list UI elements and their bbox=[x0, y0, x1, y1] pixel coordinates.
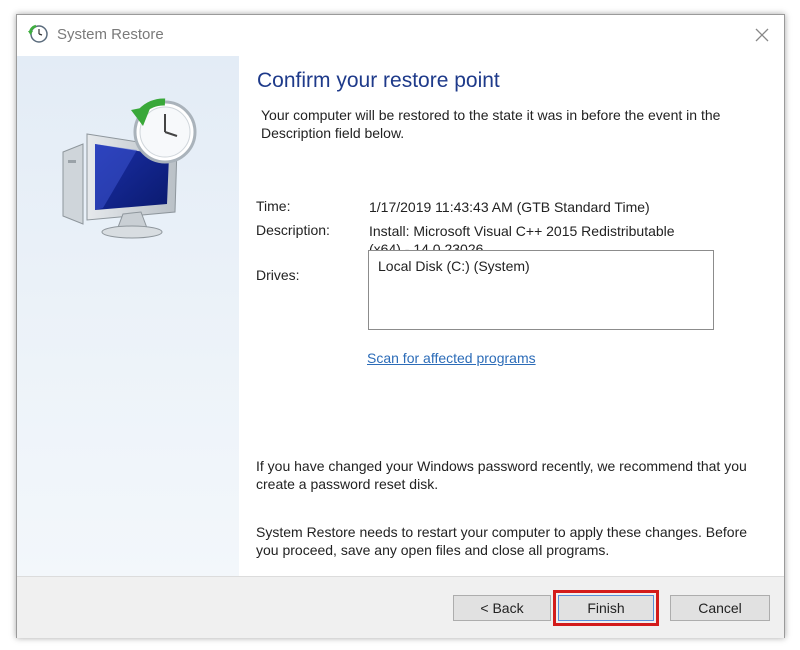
drives-label: Drives: bbox=[256, 267, 300, 283]
scan-affected-programs-link[interactable]: Scan for affected programs bbox=[367, 350, 536, 366]
finish-button[interactable]: Finish bbox=[553, 590, 659, 626]
cancel-button[interactable]: Cancel bbox=[670, 595, 770, 621]
page-title: Confirm your restore point bbox=[257, 69, 500, 92]
description-label: Description: bbox=[256, 222, 330, 238]
window-title: System Restore bbox=[57, 26, 164, 43]
title-bar[interactable]: System Restore bbox=[17, 15, 784, 56]
restart-note: System Restore needs to restart your com… bbox=[256, 524, 748, 558]
main-content: Confirm your restore point Your computer… bbox=[239, 56, 784, 576]
password-note: If you have changed your Windows passwor… bbox=[256, 458, 747, 492]
system-restore-icon bbox=[27, 23, 49, 45]
side-panel bbox=[17, 56, 239, 576]
drives-list[interactable]: Local Disk (C:) (System) bbox=[368, 250, 714, 330]
time-label: Time: bbox=[256, 198, 291, 214]
time-value: 1/17/2019 11:43:43 AM (GTB Standard Time… bbox=[369, 199, 650, 215]
intro-text: Your computer will be restored to the st… bbox=[261, 107, 721, 141]
button-bar: < Back Finish Cancel bbox=[17, 576, 784, 638]
computer-restore-icon bbox=[57, 92, 207, 242]
list-item[interactable]: Local Disk (C:) (System) bbox=[378, 258, 530, 274]
close-icon[interactable] bbox=[748, 21, 776, 49]
back-button[interactable]: < Back bbox=[453, 595, 551, 621]
system-restore-window: System Restore Confirm your restore poin… bbox=[16, 14, 785, 638]
